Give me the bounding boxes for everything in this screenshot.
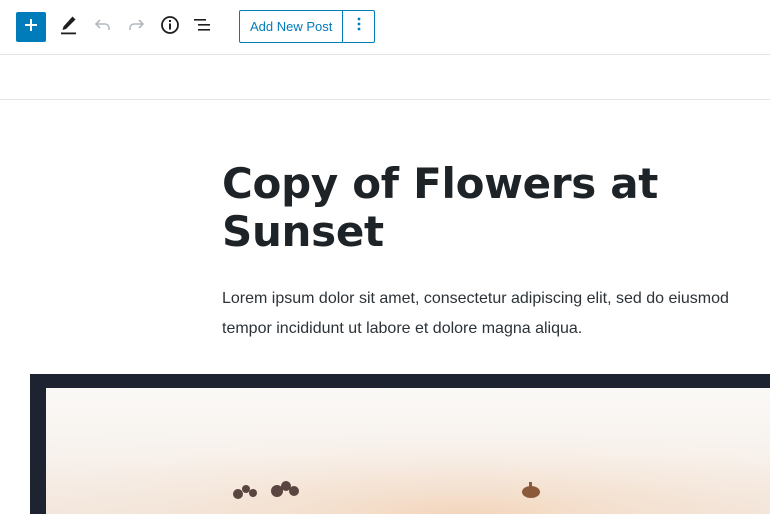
list-view-button[interactable]	[187, 11, 219, 43]
redo-icon	[127, 18, 145, 37]
paragraph-text: Lorem ipsum dolor sit amet, consectetur …	[222, 290, 729, 337]
undo-icon	[94, 18, 112, 37]
image-block[interactable]	[30, 374, 770, 514]
info-icon	[160, 15, 180, 40]
add-block-button[interactable]	[16, 12, 46, 42]
undo-button[interactable]	[87, 11, 119, 43]
header-divider	[0, 99, 770, 100]
tools-button[interactable]	[53, 11, 85, 43]
post-title[interactable]: Copy of Flowers at Sunset	[222, 160, 742, 256]
plus-icon	[23, 17, 39, 38]
details-button[interactable]	[154, 11, 186, 43]
add-new-post-button[interactable]: Add New Post	[240, 11, 344, 42]
more-options-button[interactable]	[343, 11, 374, 42]
list-view-icon	[193, 17, 213, 38]
paragraph-block[interactable]: Lorem ipsum dolor sit amet, consectetur …	[222, 284, 762, 344]
sunset-flowers-image	[46, 388, 770, 514]
editor-toolbar: Add New Post	[0, 0, 770, 55]
add-new-post-group: Add New Post	[239, 10, 376, 43]
redo-button[interactable]	[120, 11, 152, 43]
pencil-icon	[60, 15, 78, 40]
more-vertical-icon	[357, 17, 361, 36]
